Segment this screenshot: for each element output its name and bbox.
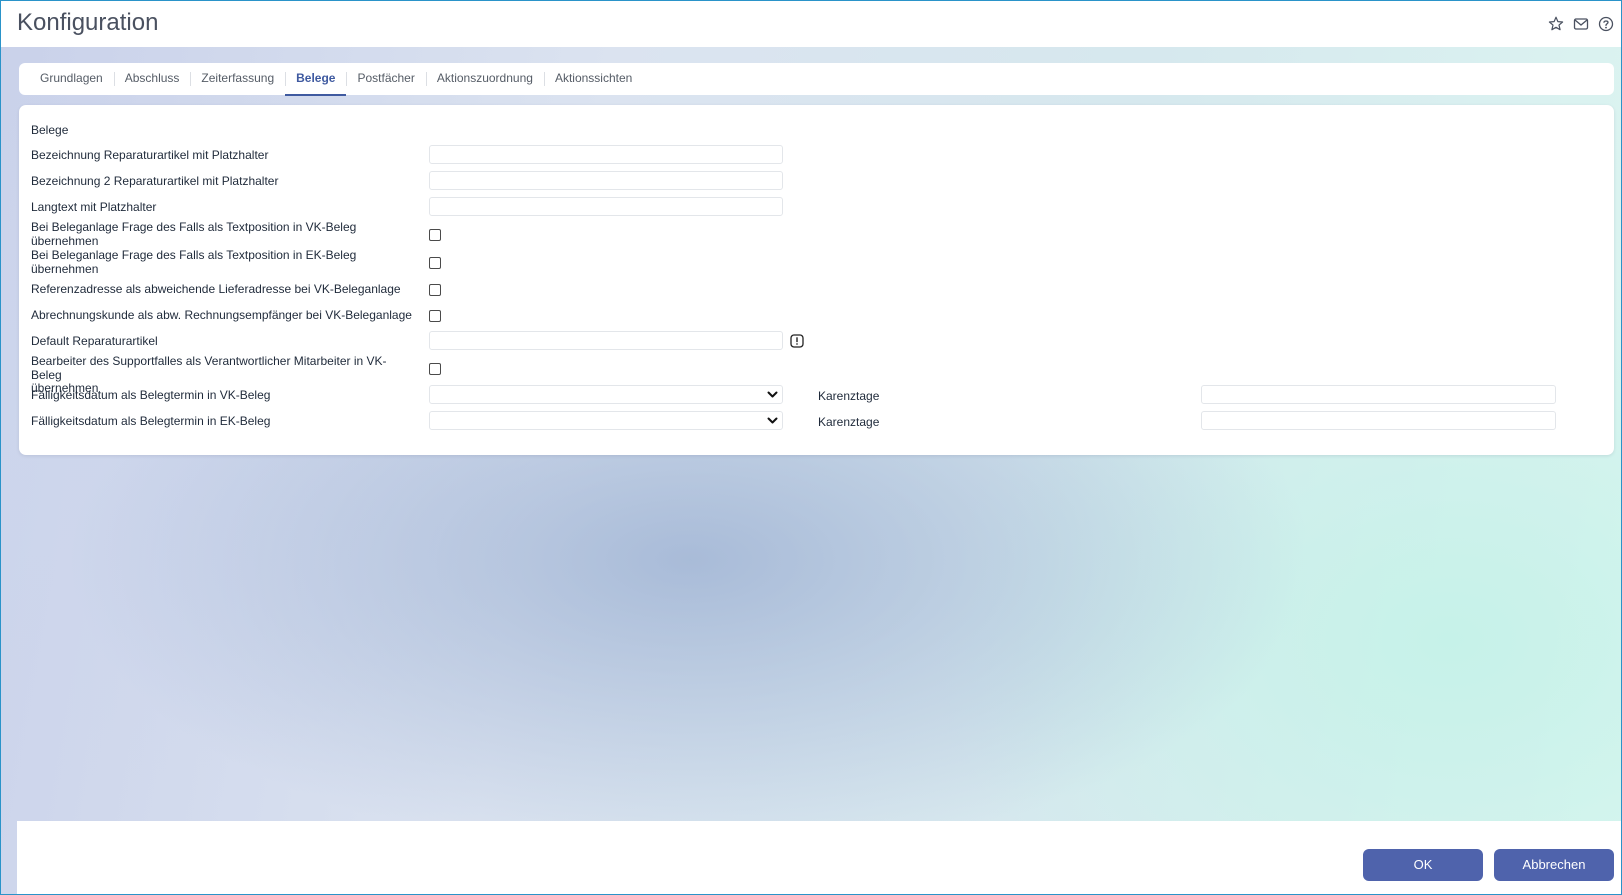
vk-textposition-checkbox[interactable] — [429, 229, 441, 241]
dialog-footer: OK Abbrechen — [17, 821, 1621, 894]
default-artikel-label: Default Reparaturartikel — [31, 334, 158, 348]
tab-abschluss[interactable]: Abschluss — [113, 63, 191, 95]
faelligkeit-vk-label: Fälligkeitsdatum als Belegtermin in VK-B… — [31, 388, 271, 402]
tab-aktionszuordnung[interactable]: Aktionszuordnung — [425, 63, 544, 95]
faelligkeit-ek-select[interactable] — [429, 411, 783, 430]
referenzadresse-label: Referenzadresse als abweichende Lieferad… — [31, 282, 401, 296]
langtext-label: Langtext mit Platzhalter — [31, 200, 157, 214]
vk-textposition-label-line1: Bei Beleganlage Frage des Falls als Text… — [31, 220, 357, 234]
belege-panel: Belege Bezeichnung Reparaturartikel mit … — [19, 105, 1614, 455]
ek-textposition-label: Bei Beleganlage Frage des Falls als Text… — [31, 248, 416, 276]
faelligkeit-ek-label: Fälligkeitsdatum als Belegtermin in EK-B… — [31, 414, 271, 428]
section-title: Belege — [31, 123, 69, 137]
abrechnungskunde-checkbox[interactable] — [429, 310, 441, 322]
warning-icon[interactable] — [790, 334, 804, 348]
tab-aktionssichten[interactable]: Aktionssichten — [543, 63, 643, 95]
karenztage-ek-input[interactable] — [1201, 411, 1556, 430]
karenztage-vk-input[interactable] — [1201, 385, 1556, 404]
bearbeiter-checkbox[interactable] — [429, 363, 441, 375]
ek-textposition-checkbox[interactable] — [429, 257, 441, 269]
ok-button[interactable]: OK — [1363, 849, 1483, 881]
karenztage-vk-label: Karenztage — [818, 389, 880, 403]
page-title: Konfiguration — [17, 9, 159, 36]
ek-textposition-label-line2: übernehmen — [31, 261, 99, 276]
vk-textposition-label: Bei Beleganlage Frage des Falls als Text… — [31, 220, 416, 248]
help-icon[interactable] — [1597, 15, 1615, 33]
tab-belege[interactable]: Belege — [285, 63, 347, 96]
tab-bar: Grundlagen Abschluss Zeiterfassung Beleg… — [19, 63, 1614, 96]
title-bar: Konfiguration — [1, 1, 1621, 47]
referenzadresse-checkbox[interactable] — [429, 284, 441, 296]
langtext-input[interactable] — [429, 197, 783, 216]
bezeichnung-label: Bezeichnung Reparaturartikel mit Platzha… — [31, 148, 269, 162]
tab-postfaecher[interactable]: Postfächer — [346, 63, 425, 95]
bezeichnung2-input[interactable] — [429, 171, 783, 190]
bearbeiter-label-line1: Bearbeiter des Supportfalles als Verantw… — [31, 354, 387, 382]
bezeichnung2-label: Bezeichnung 2 Reparaturartikel mit Platz… — [31, 174, 279, 188]
cancel-button[interactable]: Abbrechen — [1494, 849, 1614, 881]
tab-grundlagen[interactable]: Grundlagen — [29, 63, 114, 95]
default-artikel-input[interactable] — [429, 331, 783, 350]
tab-zeiterfassung[interactable]: Zeiterfassung — [190, 63, 285, 95]
vk-textposition-label-line2: übernehmen — [31, 233, 99, 248]
ek-textposition-label-line1: Bei Beleganlage Frage des Falls als Text… — [31, 248, 357, 262]
bezeichnung-input[interactable] — [429, 145, 783, 164]
title-icons — [1547, 15, 1615, 33]
abrechnungskunde-label: Abrechnungskunde als abw. Rechnungsempfä… — [31, 308, 412, 322]
star-icon[interactable] — [1547, 15, 1565, 33]
mail-icon[interactable] — [1572, 15, 1590, 33]
karenztage-ek-label: Karenztage — [818, 415, 880, 429]
faelligkeit-vk-select[interactable] — [429, 385, 783, 404]
